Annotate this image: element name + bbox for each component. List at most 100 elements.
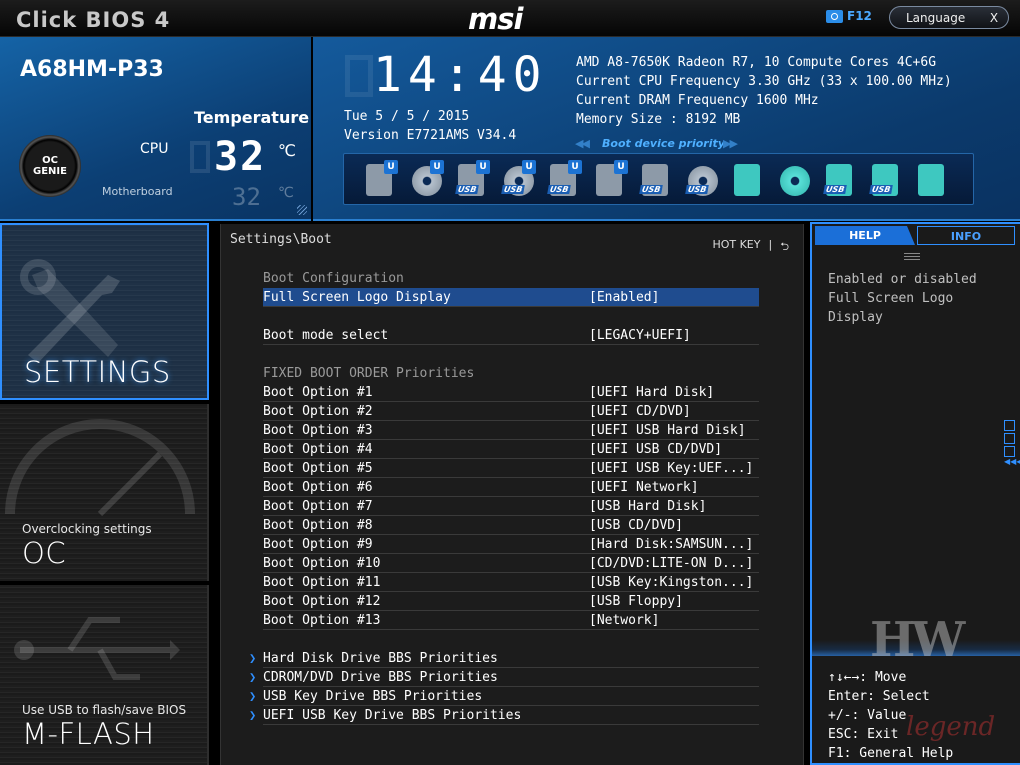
boot-option-value: [Network]	[589, 613, 660, 628]
usb-badge: USB	[455, 185, 480, 194]
boot-option-label: Boot Option #4	[263, 442, 373, 457]
watermark-hw: HW	[870, 612, 965, 668]
nav-oc[interactable]: Overclocking settings OC	[0, 404, 209, 581]
boot-option-label: Boot Option #6	[263, 480, 373, 495]
watermark-legend: legend	[906, 712, 996, 742]
boot-option-value: [UEFI USB CD/DVD]	[589, 442, 723, 457]
chevron-right-icon: ❯	[249, 651, 257, 665]
mflash-description: Use USB to flash/save BIOS	[22, 703, 187, 717]
boot-option-row[interactable]: Boot Option #5 [UEFI USB Key:UEF...]	[263, 459, 759, 478]
board-name: A68HM-P33	[20, 57, 164, 82]
boot-option-value: [UEFI USB Hard Disk]	[589, 423, 746, 438]
usb-optical-disc-icon[interactable]: USB	[685, 160, 720, 198]
cpu-model: AMD A8-7650K Radeon R7, 10 Compute Cores…	[576, 55, 937, 70]
usb-floppy-icon[interactable]: USB	[869, 160, 904, 198]
date: Tue 5 / 5 / 2015	[344, 109, 470, 124]
boot-option-row[interactable]: Boot Option #7 [USB Hard Disk]	[263, 497, 759, 516]
usb-badge: USB	[501, 185, 526, 194]
uefi-badge: U	[568, 160, 582, 174]
hotkey-button[interactable]: HOT KEY	[712, 238, 760, 257]
oc-genie-button[interactable]: OC GENIE	[19, 135, 81, 197]
top-bar: Click BIOS 4 msi F12 Language X	[0, 0, 1020, 37]
submenu-link[interactable]: ❯ USB Key Drive BBS Priorities	[249, 687, 759, 706]
submenu-link[interactable]: ❯ Hard Disk Drive BBS Priorities	[249, 649, 759, 668]
chevron-right-icon: ❯	[249, 689, 257, 703]
screenshot-button[interactable]: F12	[826, 9, 872, 23]
network-icon[interactable]	[916, 160, 950, 198]
usb-hard-disk-icon[interactable]: USB	[639, 160, 674, 198]
boot-option-row[interactable]: Boot Option #2 [UEFI CD/DVD]	[263, 402, 759, 421]
nav-settings[interactable]: SETTINGS	[0, 223, 209, 400]
boot-option-row[interactable]: Boot Option #13 [Network]	[263, 611, 759, 630]
usb-optical-disc-icon[interactable]: U USB	[501, 160, 536, 198]
boot-option-value: [UEFI Network]	[589, 480, 699, 495]
boot-option-row[interactable]: Boot Option #10 [CD/DVD:LITE-ON D...]	[263, 554, 759, 573]
boot-option-row[interactable]: Boot Option #4 [UEFI USB CD/DVD]	[263, 440, 759, 459]
submenu-label: UEFI USB Key Drive BBS Priorities	[263, 708, 522, 723]
section-header: Boot Configuration	[263, 271, 404, 286]
gauge-icon	[5, 419, 195, 517]
network-icon[interactable]: U	[594, 160, 628, 198]
setting-value: [Enabled]	[589, 290, 660, 305]
boot-option-row[interactable]: Boot Option #3 [UEFI USB Hard Disk]	[263, 421, 759, 440]
boot-option-row[interactable]: Boot Option #11 [USB Key:Kingston...]	[263, 573, 759, 592]
nav-mflash[interactable]: Use USB to flash/save BIOS M-FLASH	[0, 585, 209, 765]
oc-genie-label: OC GENIE	[33, 155, 67, 177]
hard-disk-icon[interactable]	[732, 160, 766, 198]
optical-disc-icon[interactable]	[778, 160, 812, 198]
digit-ghost	[345, 55, 373, 97]
bios-version: Version E7721AMS V34.4	[344, 128, 517, 143]
language-button[interactable]: Language	[890, 11, 980, 25]
settings-main-panel: Settings\Boot HOT KEY | ⮌ Boot Configura…	[220, 224, 804, 765]
setting-label: Full Screen Logo Display	[263, 290, 451, 305]
boot-option-value: [USB CD/DVD]	[589, 518, 683, 533]
boot-option-label: Boot Option #11	[263, 575, 381, 590]
app-title: Click BIOS 4	[16, 8, 171, 32]
optical-disc-icon[interactable]: U	[410, 160, 444, 198]
boot-option-row[interactable]: Boot Option #8 [USB CD/DVD]	[263, 516, 759, 535]
boot-option-row[interactable]: Boot Option #9 [Hard Disk:SAMSUN...]	[263, 535, 759, 554]
boot-option-row[interactable]: Boot Option #12 [USB Floppy]	[263, 592, 759, 611]
usb-key-icon[interactable]: U USB	[547, 160, 582, 198]
panel-collapse-tab[interactable]	[1004, 420, 1016, 457]
system-info-panel: 14:40 Tue 5 / 5 / 2015 Version E7721AMS …	[313, 37, 1020, 221]
boot-option-value: [USB Key:Kingston...]	[589, 575, 754, 590]
hard-disk-icon[interactable]: U	[364, 160, 398, 198]
boot-option-value: [UEFI Hard Disk]	[589, 385, 715, 400]
language-bar: Language X	[889, 6, 1009, 29]
cpu-temperature: 32	[214, 134, 267, 180]
motherboard-temperature: 32	[232, 183, 261, 211]
boot-option-value: [UEFI CD/DVD]	[589, 404, 691, 419]
msi-logo: msi	[468, 2, 523, 36]
setting-boot-mode[interactable]: Boot mode select [LEGACY+UEFI]	[263, 326, 759, 345]
boot-option-value: [UEFI USB Key:UEF...]	[589, 461, 754, 476]
boot-option-row[interactable]: Boot Option #1 [UEFI Hard Disk]	[263, 383, 759, 402]
memory-size: Memory Size : 8192 MB	[576, 112, 741, 127]
usb-hard-disk-icon[interactable]: U USB	[455, 160, 490, 198]
resize-grip-icon[interactable]	[297, 205, 307, 215]
cpu-frequency: Current CPU Frequency 3.30 GHz (33 x 100…	[576, 74, 952, 89]
system-info: AMD A8-7650K Radeon R7, 10 Compute Cores…	[576, 53, 952, 129]
uefi-badge: U	[614, 160, 628, 174]
usb-key-icon[interactable]: USB	[823, 160, 858, 198]
breadcrumb: Settings\Boot	[230, 232, 332, 247]
setting-label: Boot mode select	[263, 328, 389, 343]
hotkey-separator: |	[768, 238, 773, 251]
boot-option-value: [USB Floppy]	[589, 594, 683, 609]
tab-help[interactable]: HELP	[815, 226, 915, 245]
boot-option-label: Boot Option #7	[263, 499, 373, 514]
mflash-label: M-FLASH	[22, 717, 155, 751]
tab-info[interactable]: INFO	[917, 226, 1015, 245]
device-body	[918, 164, 944, 196]
boot-option-row[interactable]: Boot Option #6 [UEFI Network]	[263, 478, 759, 497]
grip-icon[interactable]	[904, 252, 920, 260]
boot-option-label: Boot Option #12	[263, 594, 381, 609]
back-icon[interactable]: ⮌	[780, 238, 789, 257]
help-line: Display	[828, 310, 883, 325]
submenu-link[interactable]: ❯ CDROM/DVD Drive BBS Priorities	[249, 668, 759, 687]
submenu-link[interactable]: ❯ UEFI USB Key Drive BBS Priorities	[249, 706, 759, 725]
cpu-temp-label: CPU	[140, 141, 169, 157]
boot-settings-list: Boot Configuration Full Screen Logo Disp…	[249, 269, 759, 725]
exit-button[interactable]: X	[980, 11, 1008, 25]
setting-full-screen-logo[interactable]: Full Screen Logo Display [Enabled]	[263, 288, 759, 307]
